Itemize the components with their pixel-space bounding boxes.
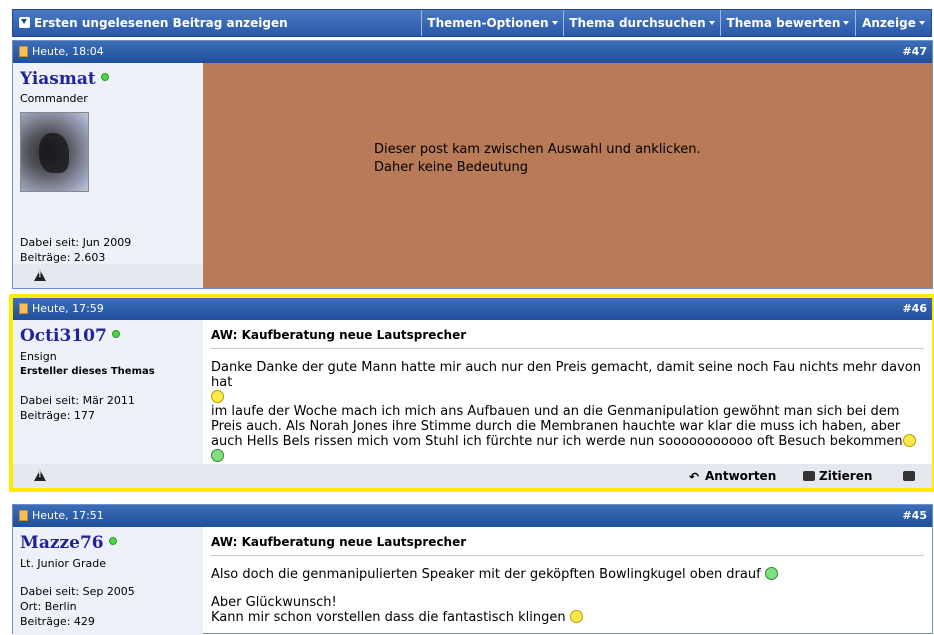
overlay-line-2: Daher keine Bedeutung xyxy=(374,160,528,175)
post-date-text: Heute, 17:59 xyxy=(32,302,104,315)
post-47: Heute, 18:04 #47 Yiasmat Commander Dabei… xyxy=(12,40,933,289)
quote-button[interactable]: Zitieren xyxy=(803,469,872,483)
user-joined: Dabei seit: Jun 2009 xyxy=(20,236,132,249)
post-paragraph-2: im laufe der Woche mach ich mich ans Auf… xyxy=(211,404,924,464)
post-date-text: Heute, 17:51 xyxy=(32,509,104,522)
post-title: AW: Kaufberatung neue Lautsprecher xyxy=(211,328,924,349)
username-text: Mazze76 xyxy=(20,533,104,553)
reply-icon: ↶ xyxy=(689,470,700,484)
thread-toolbar: Ersten ungelesenen Beitrag anzeigen Them… xyxy=(12,9,932,37)
post-footer xyxy=(13,264,203,288)
user-joined: Dabei seit: Sep 2005 xyxy=(20,585,135,598)
chevron-down-icon xyxy=(918,21,925,25)
chevron-down-icon xyxy=(551,21,558,25)
post-46: Heute, 17:59 #46 Octi3107 Ensign Erstell… xyxy=(9,294,934,492)
post-45: Heute, 17:51 #45 Mazze76 Lt. Junior Grad… xyxy=(12,504,933,635)
reply-button[interactable]: ↶ Antworten xyxy=(689,469,777,484)
thread-options-label: Themen-Optionen xyxy=(427,16,549,30)
post-content: AW: Kaufberatung neue Lautsprecher Danke… xyxy=(211,320,924,464)
post-text: Kann mir schon vorstellen dass die fanta… xyxy=(211,610,566,625)
overlay-line-1: Dieser post kam zwischen Auswahl und ank… xyxy=(374,142,701,157)
username[interactable]: Octi3107 xyxy=(20,326,120,346)
search-thread-label: Thema durchsuchen xyxy=(569,16,706,30)
report-icon[interactable] xyxy=(34,270,46,281)
chevron-down-icon xyxy=(843,21,850,25)
post-content: AW: Kaufberatung neue Lautsprecher Also … xyxy=(211,527,924,635)
post-icon xyxy=(19,303,28,314)
post-number[interactable]: #46 xyxy=(902,298,927,320)
post-date: Heute, 17:51 xyxy=(19,505,104,527)
user-info: Yiasmat Commander Dabei seit: Jun 2009 B… xyxy=(13,63,203,288)
chevron-down-icon xyxy=(708,21,715,25)
post-date-text: Heute, 18:04 xyxy=(32,45,104,58)
user-location: Ort: Berlin xyxy=(20,600,77,613)
reply-label: Antworten xyxy=(705,469,777,483)
username-text: Yiasmat xyxy=(20,69,96,89)
multiquote-icon xyxy=(903,471,915,481)
username-text: Octi3107 xyxy=(20,326,107,346)
first-unread-icon xyxy=(19,17,30,28)
post-paragraph-1: Danke Danke der gute Mann hatte mir auch… xyxy=(211,360,924,405)
post-header: Heute, 17:59 #46 xyxy=(13,298,932,320)
thread-starter-badge: Ersteller dieses Themas xyxy=(20,366,155,377)
post-text: im laufe der Woche mach ich mich ans Auf… xyxy=(211,404,903,449)
post-text: Aber Glückwunsch! xyxy=(211,595,337,610)
post-paragraph-1: Also doch die genmanipulierten Speaker m… xyxy=(211,567,924,582)
post-footer: ↶ Antworten Zitieren xyxy=(13,464,932,488)
post-header: Heute, 18:04 #47 xyxy=(13,41,932,63)
post-date: Heute, 18:04 xyxy=(19,41,104,63)
smiley-icon xyxy=(569,610,583,623)
post-number[interactable]: #45 xyxy=(902,505,927,527)
multiquote-button[interactable] xyxy=(903,469,919,483)
display-menu[interactable]: Anzeige xyxy=(855,10,931,36)
online-status-icon xyxy=(100,73,109,81)
username[interactable]: Yiasmat xyxy=(20,69,109,89)
user-rank: Commander xyxy=(20,92,88,105)
user-rank: Ensign xyxy=(20,350,57,363)
post-paragraph-2: Aber Glückwunsch! Kann mir schon vorstell… xyxy=(211,595,924,625)
post-body: Yiasmat Commander Dabei seit: Jun 2009 B… xyxy=(13,63,932,288)
user-post-count: Beiträge: 177 xyxy=(20,409,95,422)
user-joined: Dabei seit: Mär 2011 xyxy=(20,394,135,407)
first-unread-label: Ersten ungelesenen Beitrag anzeigen xyxy=(34,16,288,30)
post-body: Octi3107 Ensign Ersteller dieses Themas … xyxy=(13,320,932,488)
search-thread-menu[interactable]: Thema durchsuchen xyxy=(563,10,720,36)
rate-thread-menu[interactable]: Thema bewerten xyxy=(720,10,855,36)
post-text: Danke Danke der gute Mann hatte mir auch… xyxy=(211,360,921,390)
post-icon xyxy=(19,510,28,521)
post-header: Heute, 17:51 #45 xyxy=(13,505,932,527)
first-unread-link[interactable]: Ersten ungelesenen Beitrag anzeigen xyxy=(19,10,288,36)
grin-icon xyxy=(764,567,778,580)
online-status-icon xyxy=(108,537,117,545)
quote-icon xyxy=(803,471,815,481)
post-date: Heute, 17:59 xyxy=(19,298,104,320)
post-body: Mazze76 Lt. Junior Grade Dabei seit: Sep… xyxy=(13,527,932,635)
user-info: Mazze76 Lt. Junior Grade Dabei seit: Sep… xyxy=(13,527,203,635)
overlay-text: Dieser post kam zwischen Auswahl und ank… xyxy=(374,141,701,177)
thread-options-menu[interactable]: Themen-Optionen xyxy=(421,10,563,36)
smiley-icon xyxy=(211,390,224,403)
post-title: AW: Kaufberatung neue Lautsprecher xyxy=(211,535,924,556)
online-status-icon xyxy=(111,330,120,338)
post-number[interactable]: #47 xyxy=(902,41,927,63)
user-post-count: Beiträge: 2.603 xyxy=(20,251,106,264)
user-rank: Lt. Junior Grade xyxy=(20,557,106,570)
smiley-icon xyxy=(902,434,916,447)
grin-icon xyxy=(211,449,224,462)
username[interactable]: Mazze76 xyxy=(20,533,117,553)
user-post-count: Beiträge: 429 xyxy=(20,615,95,628)
rate-thread-label: Thema bewerten xyxy=(726,16,841,30)
post-icon xyxy=(19,46,28,57)
quote-label: Zitieren xyxy=(819,469,873,483)
report-icon[interactable] xyxy=(34,470,46,481)
user-info: Octi3107 Ensign Ersteller dieses Themas … xyxy=(13,320,203,488)
post-text: Also doch die genmanipulierten Speaker m… xyxy=(211,567,761,582)
display-label: Anzeige xyxy=(862,16,916,30)
overlay-box: Dieser post kam zwischen Auswahl und ank… xyxy=(203,63,932,288)
avatar[interactable] xyxy=(20,112,89,192)
